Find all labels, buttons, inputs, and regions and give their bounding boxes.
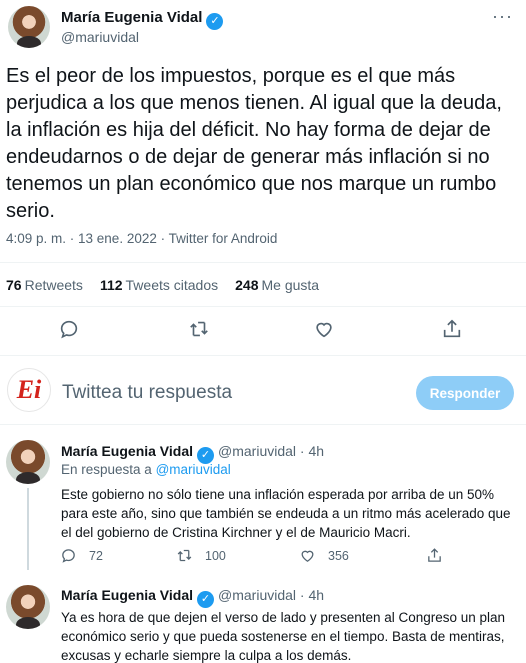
likes-count: 248 xyxy=(235,277,259,293)
like-icon[interactable] xyxy=(313,318,339,344)
reply-like-action[interactable]: 356 xyxy=(299,547,349,564)
reply-text: Ya es hora de que dejen el verso de lado… xyxy=(61,610,506,663)
reply-author-avatar[interactable] xyxy=(6,585,50,629)
reply-share-action[interactable] xyxy=(426,547,455,564)
retweets-label: Retweets xyxy=(24,277,83,293)
author-name[interactable]: María Eugenia Vidal ✓ xyxy=(61,9,224,30)
reply-mention-link[interactable]: @mariuvidal xyxy=(156,462,231,477)
reply-author-handle[interactable]: @mariuvidal · 4h xyxy=(218,443,324,459)
retweets-count: 76 xyxy=(6,277,22,293)
user-avatar-logo[interactable]: Ei xyxy=(7,368,51,412)
verified-badge-icon: ✓ xyxy=(197,591,215,608)
reply-retweet-action[interactable]: 100 xyxy=(176,547,226,564)
tweet-timestamp[interactable]: 4:09 p. m. · 13 ene. 2022 · Twitter for … xyxy=(6,231,277,246)
likes-label: Me gusta xyxy=(261,277,320,293)
divider xyxy=(0,306,526,307)
reply-author-name[interactable]: María Eugenia Vidal xyxy=(61,443,193,459)
quotes-label: Tweets citados xyxy=(125,277,219,293)
retweets-stat[interactable]: 76 Retweets xyxy=(6,277,83,293)
reply-reply-action[interactable]: 72 xyxy=(60,547,103,564)
retweet-icon xyxy=(177,549,192,562)
reply-actions: 72 100 356 xyxy=(60,547,460,565)
reply-author-name[interactable]: María Eugenia Vidal xyxy=(61,587,193,603)
tweet-text: Es el peor de los impuestos, porque es e… xyxy=(6,65,502,222)
in-reply-prefix: En respuesta a xyxy=(61,462,156,477)
tweet-stats: 76 Retweets 112 Tweets citados 248 Me gusta xyxy=(6,277,336,293)
divider xyxy=(0,424,526,425)
quotes-count: 112 xyxy=(99,277,123,293)
reply-input[interactable]: Twittea tu respuesta xyxy=(62,382,232,404)
reply-text: Este gobierno no sólo tiene una inflació… xyxy=(61,487,511,540)
retweet-icon[interactable] xyxy=(188,318,214,344)
reply-header: María Eugenia Vidal ✓ @mariuvidal · 4h xyxy=(61,587,324,608)
quotes-stat[interactable]: 112 Tweets citados xyxy=(100,277,218,293)
thread-connector xyxy=(27,488,29,570)
tweet-actions xyxy=(0,318,526,344)
in-reply-to: En respuesta a @mariuvidal xyxy=(61,462,231,477)
reply-icon xyxy=(62,549,75,563)
reply-button[interactable]: Responder xyxy=(416,376,514,410)
like-count: 356 xyxy=(328,548,349,563)
author-handle[interactable]: @mariuvidal xyxy=(61,29,139,45)
divider xyxy=(0,262,526,263)
divider xyxy=(0,355,526,356)
reply-icon[interactable] xyxy=(58,318,84,344)
author-name-text[interactable]: María Eugenia Vidal xyxy=(61,9,202,26)
more-options-icon[interactable]: ··· xyxy=(492,6,513,27)
likes-stat[interactable]: 248 Me gusta xyxy=(235,277,319,293)
reply-author-handle[interactable]: @mariuvidal · 4h xyxy=(218,587,324,603)
verified-badge-icon: ✓ xyxy=(206,13,224,30)
reply-header: María Eugenia Vidal ✓ @mariuvidal · 4h xyxy=(61,443,324,464)
retweet-count: 100 xyxy=(205,548,226,563)
like-icon xyxy=(301,550,314,562)
reply-count: 72 xyxy=(89,548,103,563)
reply-author-avatar[interactable] xyxy=(6,440,50,484)
share-icon[interactable] xyxy=(441,318,467,344)
share-icon xyxy=(428,548,441,562)
author-avatar[interactable] xyxy=(8,6,50,48)
